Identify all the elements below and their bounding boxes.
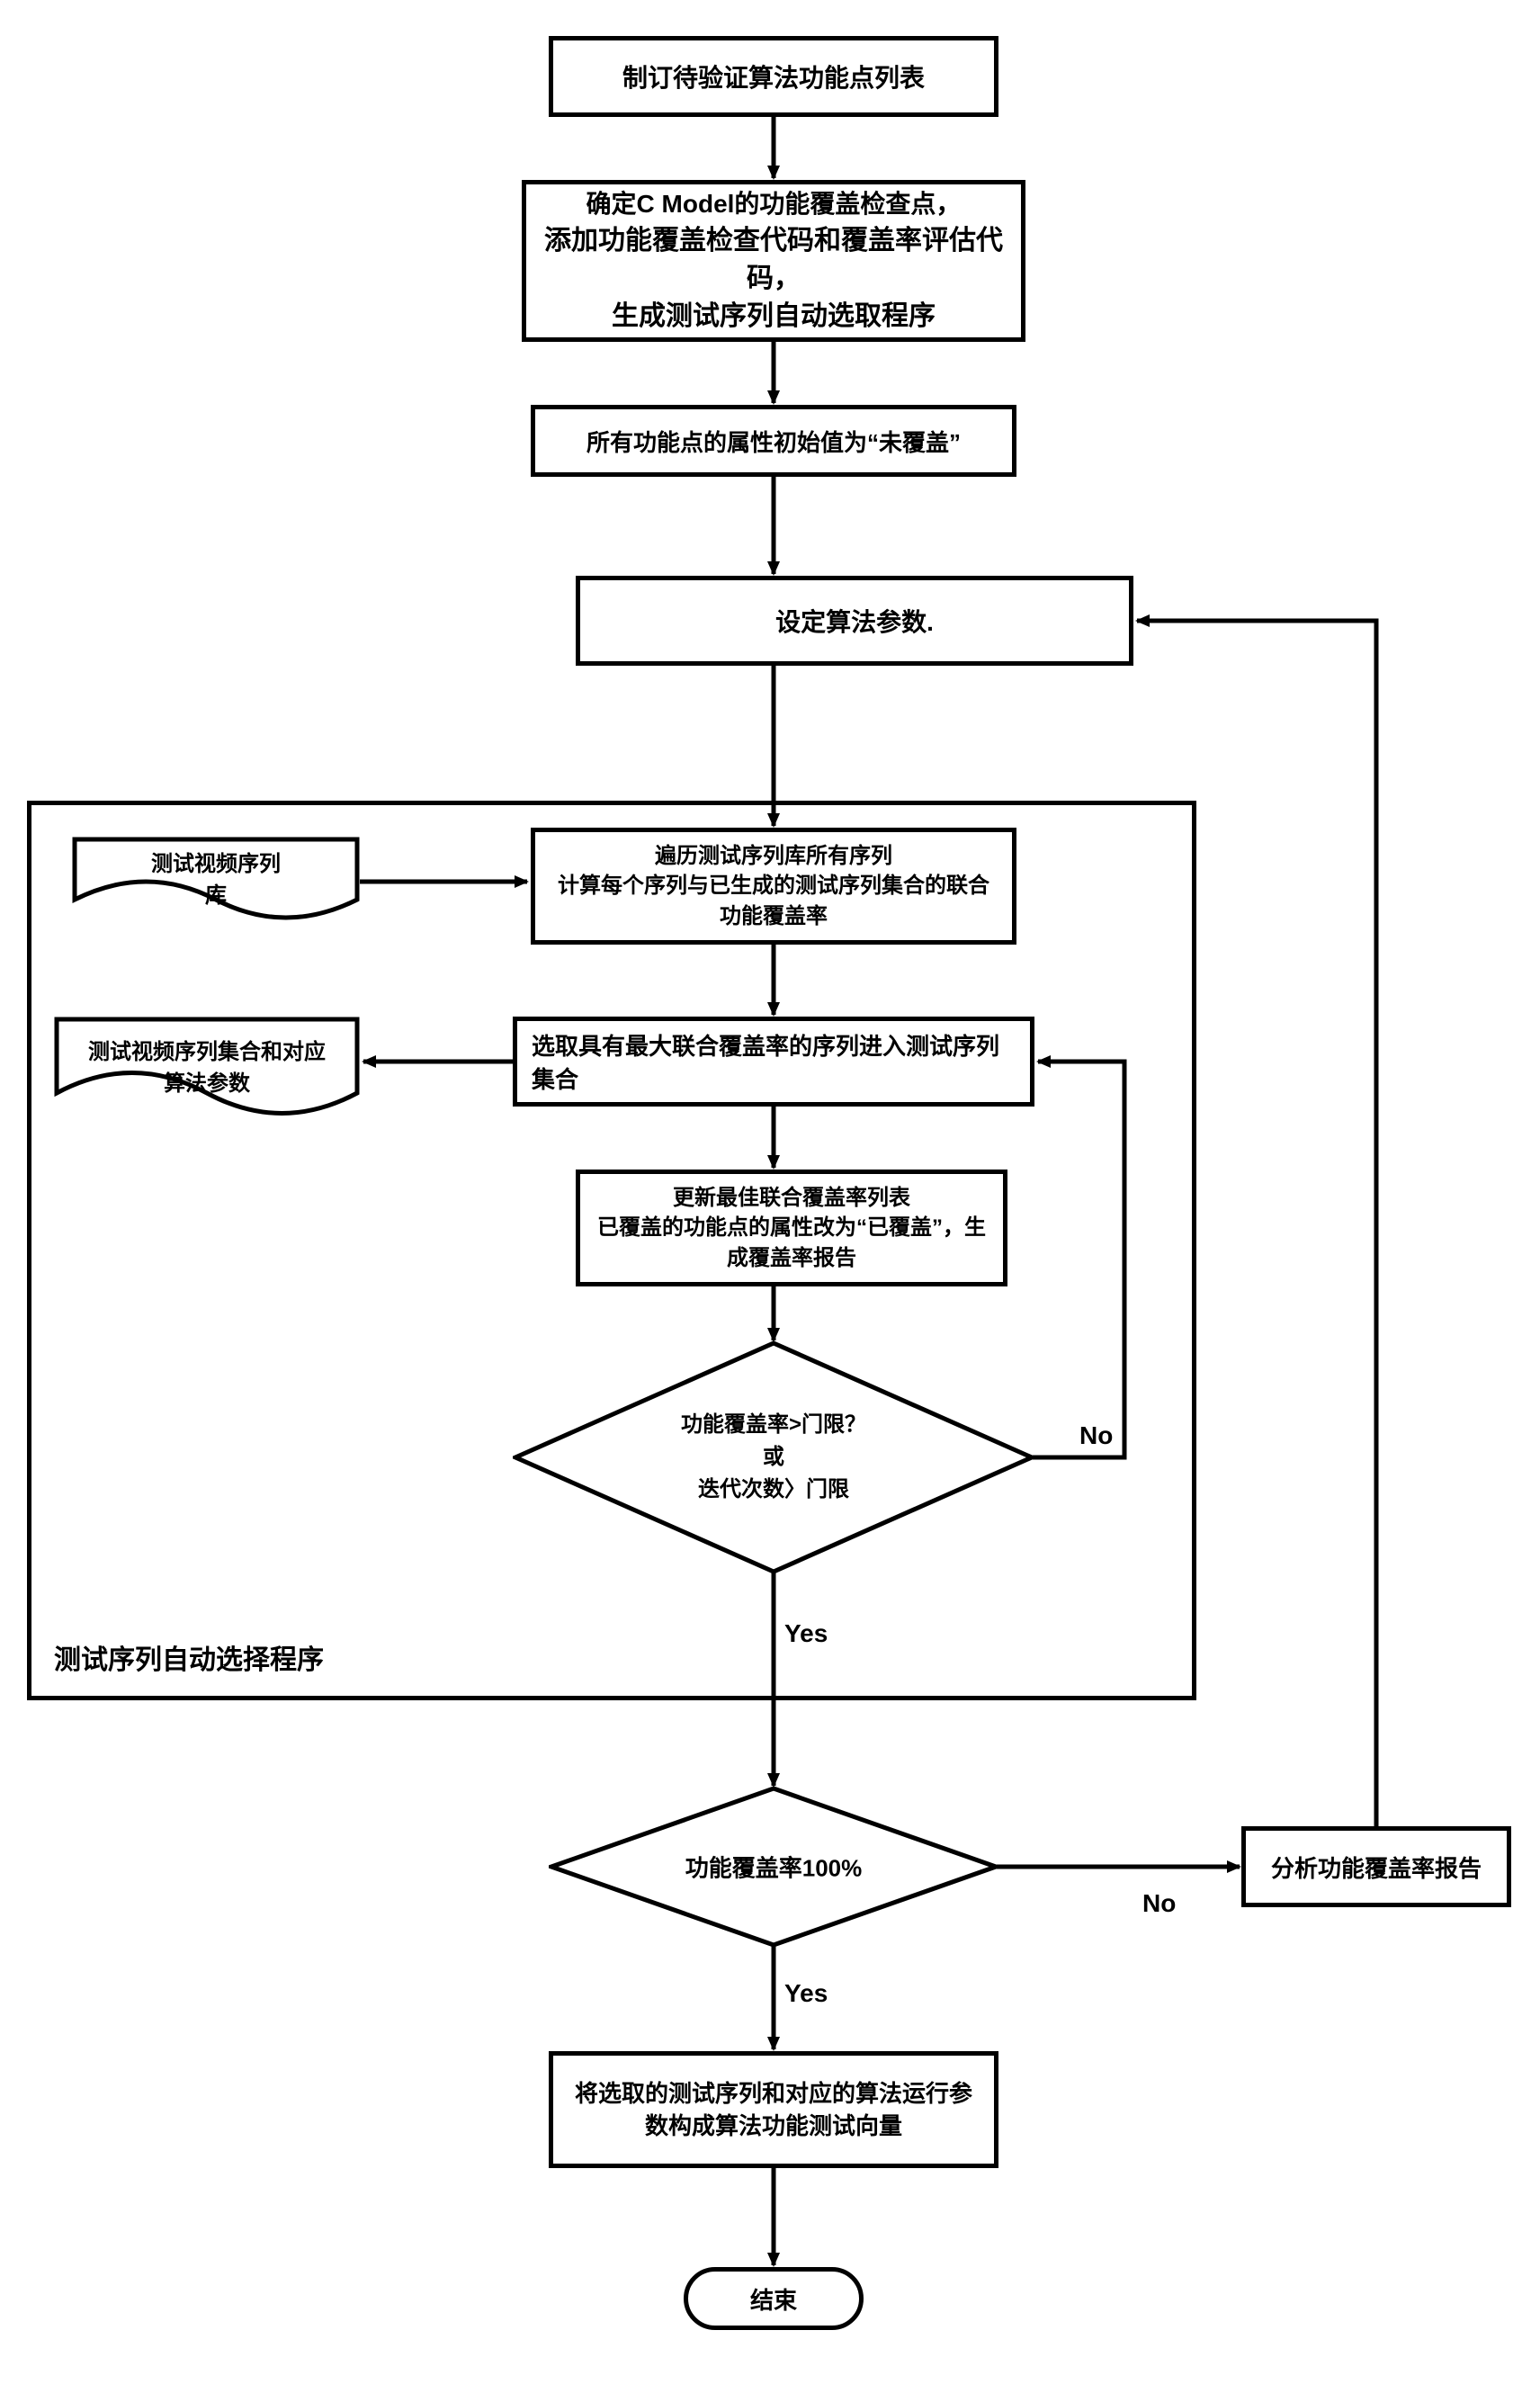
d1-line-1: 或 — [681, 1441, 866, 1474]
node-make-list: 制订待验证算法功能点列表 — [549, 36, 998, 117]
n5-line-0: 遍历测试序列库所有序列 — [550, 841, 998, 872]
doc2-text: 测试视频序列集合和对应算法参数 — [81, 1034, 333, 1097]
node-cmodel-setup: 确定C Model的功能覆盖检查点， 添加功能覆盖检查代码和覆盖率评估代码， 生… — [522, 180, 1025, 342]
doc-sequence-set: 测试视频序列集合和对应算法参数 — [54, 1017, 360, 1125]
terminator-end: 结束 — [684, 2267, 864, 2330]
n7-line-0: 更新最佳联合覆盖率列表 — [595, 1183, 989, 1214]
n7-text: 更新最佳联合覆盖率列表 已覆盖的功能点的属性改为“已覆盖”，生成覆盖率报告 — [595, 1183, 989, 1274]
decision-100pct: 功能覆盖率100% — [549, 1786, 998, 1948]
doc-sequence-lib: 测试视频序列库 — [72, 837, 360, 927]
label-d2-yes: Yes — [784, 1979, 828, 2008]
node-traverse: 遍历测试序列库所有序列 计算每个序列与已生成的测试序列集合的联合功能覆盖率 — [531, 828, 1016, 945]
node-set-params: 设定算法参数. — [576, 576, 1133, 666]
label-d2-no: No — [1142, 1889, 1176, 1918]
n2-line-2: 生成测试序列自动选取程序 — [541, 298, 1007, 336]
node-build-vector: 将选取的测试序列和对应的算法运行参数构成算法功能测试向量 — [549, 2051, 998, 2168]
label-d1-yes: Yes — [784, 1619, 828, 1648]
node-analyze-report: 分析功能覆盖率报告 — [1241, 1826, 1511, 1907]
node-update-report: 更新最佳联合覆盖率列表 已覆盖的功能点的属性改为“已覆盖”，生成覆盖率报告 — [576, 1170, 1007, 1286]
node-select-max: 选取具有最大联合覆盖率的序列进入测试序列集合 — [513, 1017, 1034, 1107]
node-cmodel-text: 确定C Model的功能覆盖检查点， 添加功能覆盖检查代码和覆盖率评估代码， 生… — [541, 186, 1007, 335]
n2-line-1: 添加功能覆盖检查代码和覆盖率评估代码， — [541, 222, 1007, 298]
n5-text: 遍历测试序列库所有序列 计算每个序列与已生成的测试序列集合的联合功能覆盖率 — [550, 841, 998, 932]
container-label: 测试序列自动选择程序 — [54, 1637, 324, 1677]
doc1-text: 测试视频序列库 — [144, 846, 288, 909]
n2-line-0: 确定C Model的功能覆盖检查点， — [541, 186, 1007, 221]
d2-text: 功能覆盖率100% — [685, 1851, 863, 1884]
n7-line-1: 已覆盖的功能点的属性改为“已覆盖”，生成覆盖率报告 — [595, 1213, 989, 1273]
d1-line-2: 迭代次数〉门限 — [681, 1474, 866, 1506]
n5-line-1: 计算每个序列与已生成的测试序列集合的联合功能覆盖率 — [550, 871, 998, 931]
label-d1-no: No — [1079, 1421, 1113, 1450]
decision-threshold: 功能覆盖率>门限？ 或 迭代次数〉门限 — [513, 1340, 1034, 1574]
node-init-uncovered: 所有功能点的属性初始值为“未覆盖” — [531, 405, 1016, 477]
d1-line-0: 功能覆盖率>门限？ — [681, 1409, 866, 1441]
